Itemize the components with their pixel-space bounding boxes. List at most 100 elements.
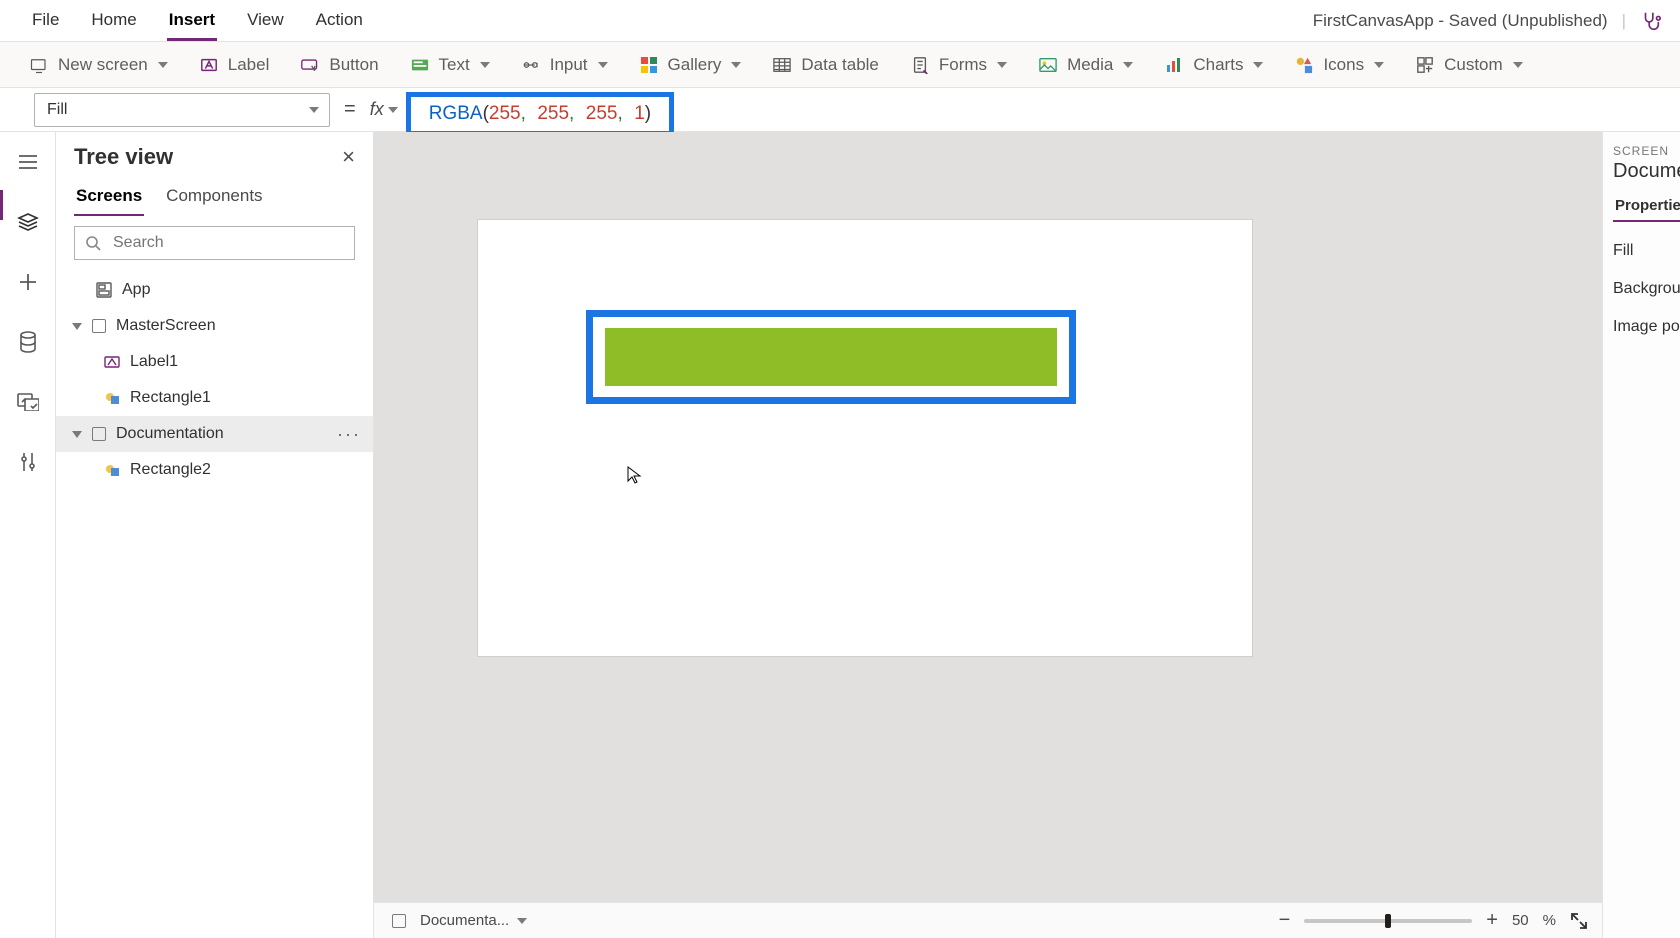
close-panel-button[interactable]: × xyxy=(342,146,355,168)
menu-insert[interactable]: Insert xyxy=(167,0,217,41)
screen-icon xyxy=(92,319,106,333)
label-button[interactable]: Label xyxy=(198,49,272,81)
tab-screens[interactable]: Screens xyxy=(74,180,144,216)
gallery-button[interactable]: Gallery xyxy=(638,49,744,81)
menu-action[interactable]: Action xyxy=(314,0,365,41)
formula-input[interactable]: RGBA(255, 255, 255, 1) xyxy=(429,102,651,125)
tree-node-label: MasterScreen xyxy=(116,317,216,335)
menu-home[interactable]: Home xyxy=(89,0,138,41)
chevron-down-icon xyxy=(72,431,82,438)
property-dropdown[interactable]: Fill xyxy=(34,93,330,127)
custom-button-label: Custom xyxy=(1444,55,1503,75)
charts-button[interactable]: Charts xyxy=(1163,49,1265,81)
tree-search-input[interactable] xyxy=(111,233,344,253)
plus-icon xyxy=(18,272,38,292)
fit-to-window-button[interactable] xyxy=(1570,912,1588,930)
text-button[interactable]: Text xyxy=(409,49,492,81)
tree-node-masterscreen[interactable]: MasterScreen xyxy=(56,308,373,344)
zoom-percent-sign: % xyxy=(1543,912,1556,929)
body-row: Tree view × Screens Components App Maste… xyxy=(0,132,1680,938)
screen-icon xyxy=(392,914,406,928)
rail-insert-button[interactable] xyxy=(8,266,48,298)
prop-fill[interactable]: Fill xyxy=(1613,242,1680,260)
zoom-thumb[interactable] xyxy=(1385,914,1391,928)
button-icon xyxy=(301,56,319,74)
text-button-label: Text xyxy=(439,55,470,75)
icons-button-label: Icons xyxy=(1323,55,1364,75)
prop-background[interactable]: Background xyxy=(1613,280,1680,298)
chevron-down-icon xyxy=(72,323,82,330)
zoom-in-button[interactable]: + xyxy=(1486,909,1498,932)
icons-icon xyxy=(1295,56,1313,74)
media-rail-icon xyxy=(17,393,39,411)
data-table-button-label: Data table xyxy=(801,55,879,75)
input-icon xyxy=(522,56,540,74)
formula-token-close: ) xyxy=(645,103,651,124)
tree-node-label: Label1 xyxy=(130,353,178,371)
zoom-slider[interactable] xyxy=(1304,919,1472,923)
tree-node-label: Rectangle1 xyxy=(130,389,211,407)
tree-node-rectangle2[interactable]: Rectangle2 xyxy=(56,452,373,488)
menu-view[interactable]: View xyxy=(245,0,286,41)
forms-icon xyxy=(911,56,929,74)
custom-button[interactable]: Custom xyxy=(1414,49,1525,81)
icons-button[interactable]: Icons xyxy=(1293,49,1386,81)
formula-token-n3: 255 xyxy=(586,103,618,124)
rail-media-button[interactable] xyxy=(8,386,48,418)
new-screen-label: New screen xyxy=(58,55,148,75)
canvas-area[interactable]: Documenta... − + 50 % xyxy=(374,132,1602,938)
fx-button[interactable]: fx xyxy=(370,99,398,120)
status-bar: Documenta... − + 50 % xyxy=(374,902,1602,938)
tree-node-documentation[interactable]: Documentation ··· xyxy=(56,416,373,452)
chevron-down-icon xyxy=(480,62,490,68)
status-screen-label: Documenta... xyxy=(420,912,509,929)
chevron-down-icon xyxy=(1123,62,1133,68)
zoom-out-button[interactable]: − xyxy=(1279,909,1291,932)
menu-file[interactable]: File xyxy=(30,0,61,41)
tree-search-box[interactable] xyxy=(74,226,355,260)
rail-tree-view-button[interactable] xyxy=(8,206,48,238)
fx-label: fx xyxy=(370,99,384,120)
properties-screen-name: Document xyxy=(1613,160,1680,183)
data-table-button[interactable]: Data table xyxy=(771,49,881,81)
rail-hamburger-button[interactable] xyxy=(8,146,48,178)
formula-token-func: RGBA xyxy=(429,103,483,124)
forms-button[interactable]: Forms xyxy=(909,49,1009,81)
gallery-button-label: Gallery xyxy=(668,55,722,75)
tree-node-rectangle1[interactable]: Rectangle1 xyxy=(56,380,373,416)
rail-tools-button[interactable] xyxy=(8,446,48,478)
formula-input-highlight: RGBA(255, 255, 255, 1) xyxy=(406,92,674,136)
chevron-down-icon xyxy=(1513,62,1523,68)
media-button-label: Media xyxy=(1067,55,1113,75)
button-button-label: Button xyxy=(329,55,378,75)
button-button[interactable]: Button xyxy=(299,49,380,81)
app-checker-icon[interactable] xyxy=(1640,10,1662,32)
tree-node-app[interactable]: App xyxy=(56,272,373,308)
properties-tab[interactable]: Properties xyxy=(1613,193,1680,222)
rail-active-indicator xyxy=(0,190,3,220)
tree-node-app-label: App xyxy=(122,281,150,299)
prop-image-pos[interactable]: Image posi xyxy=(1613,318,1680,336)
media-icon xyxy=(1039,56,1057,74)
custom-icon xyxy=(1416,56,1434,74)
label-node-icon xyxy=(104,354,120,370)
media-button[interactable]: Media xyxy=(1037,49,1135,81)
tab-components[interactable]: Components xyxy=(164,180,264,216)
formula-token-n4: 1 xyxy=(634,103,645,124)
rail-data-button[interactable] xyxy=(8,326,48,358)
rectangle-control[interactable] xyxy=(605,328,1057,386)
equals-sign: = xyxy=(344,98,356,121)
input-button[interactable]: Input xyxy=(520,49,610,81)
status-screen-dropdown[interactable]: Documenta... xyxy=(420,912,527,929)
layers-icon xyxy=(17,212,39,232)
search-icon xyxy=(85,235,101,251)
charts-button-label: Charts xyxy=(1193,55,1243,75)
screen-artboard[interactable] xyxy=(478,220,1252,656)
tree-tabs: Screens Components xyxy=(56,176,373,216)
chevron-down-icon xyxy=(158,62,168,68)
chevron-down-icon xyxy=(598,62,608,68)
formula-token-c3: , xyxy=(617,103,622,124)
tree-node-label1[interactable]: Label1 xyxy=(56,344,373,380)
tree-node-more-button[interactable]: ··· xyxy=(337,424,361,445)
new-screen-button[interactable]: New screen xyxy=(28,49,170,81)
